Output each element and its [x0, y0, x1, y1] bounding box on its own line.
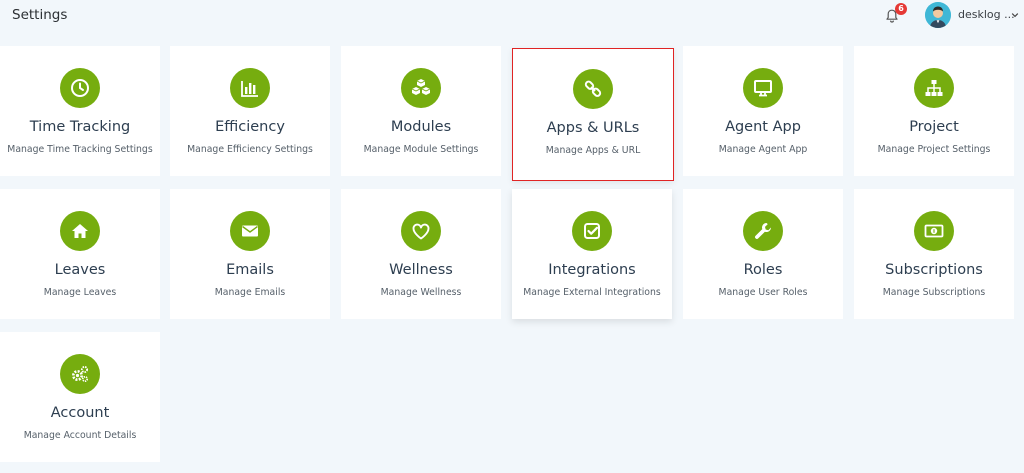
- card-icon-circle: [60, 211, 100, 251]
- card-title: Time Tracking: [29, 119, 131, 135]
- cogs-icon: [72, 365, 89, 383]
- card-subtitle: Manage Agent App: [718, 144, 808, 155]
- card-title: Emails: [226, 262, 274, 278]
- page-title: Settings: [12, 7, 68, 23]
- card-wellness[interactable]: Wellness Manage Wellness: [341, 189, 501, 319]
- card-time-tracking[interactable]: Time Tracking Manage Time Tracking Setti…: [0, 46, 160, 176]
- card-icon-circle: [230, 68, 270, 108]
- bar-chart-icon: [241, 81, 258, 97]
- envelope-icon: [242, 225, 258, 237]
- sitemap-icon: [925, 80, 943, 96]
- card-title: Agent App: [725, 119, 801, 135]
- card-subtitle: Manage Module Settings: [363, 144, 479, 155]
- card-efficiency[interactable]: Efficiency Manage Efficiency Settings: [170, 46, 330, 176]
- card-modules[interactable]: Modules Manage Module Settings: [341, 46, 501, 176]
- card-title: Integrations: [548, 262, 636, 278]
- card-title: Project: [909, 119, 959, 135]
- card-roles[interactable]: Roles Manage User Roles: [683, 189, 843, 319]
- card-icon-circle: [572, 211, 612, 251]
- card-title: Subscriptions: [885, 262, 983, 278]
- card-title: Roles: [743, 262, 783, 278]
- user-name[interactable]: desklog ...: [958, 8, 1015, 21]
- chevron-down-icon[interactable]: [1011, 11, 1019, 19]
- card-title: Leaves: [54, 262, 106, 278]
- card-subtitle: Manage User Roles: [718, 287, 808, 298]
- card-subtitle: Manage Account Details: [23, 430, 137, 441]
- money-icon: [924, 224, 944, 238]
- card-subtitle: Manage Wellness: [380, 287, 462, 298]
- card-subtitle: Manage Emails: [214, 287, 286, 298]
- card-subtitle: Manage Project Settings: [877, 144, 991, 155]
- card-agent-app[interactable]: Agent App Manage Agent App: [683, 46, 843, 176]
- monitor-icon: [754, 80, 772, 97]
- link-icon: [584, 80, 602, 97]
- card-integrations[interactable]: Integrations Manage External Integration…: [512, 189, 672, 319]
- card-title: Wellness: [389, 262, 453, 278]
- cubes-icon: [411, 79, 431, 95]
- card-icon-circle: [914, 211, 954, 251]
- heart-icon: [412, 223, 430, 240]
- card-icon-circle: [230, 211, 270, 251]
- card-icon-circle: [60, 354, 100, 394]
- card-project[interactable]: Project Manage Project Settings: [854, 46, 1014, 176]
- card-icon-circle: [401, 211, 441, 251]
- check-square-icon: [584, 223, 600, 239]
- card-icon-circle: [743, 68, 783, 108]
- card-leaves[interactable]: Leaves Manage Leaves: [0, 189, 160, 319]
- card-title: Account: [50, 405, 110, 421]
- card-subscriptions[interactable]: Subscriptions Manage Subscriptions: [854, 189, 1014, 319]
- card-subtitle: Manage External Integrations: [523, 287, 661, 298]
- home-icon: [72, 224, 88, 238]
- clock-icon: [71, 79, 89, 97]
- card-icon-circle: [573, 69, 613, 109]
- wrench-icon: [755, 223, 771, 239]
- card-title: Apps & URLs: [546, 120, 640, 136]
- card-subtitle: Manage Time Tracking Settings: [7, 144, 153, 155]
- card-emails[interactable]: Emails Manage Emails: [170, 189, 330, 319]
- card-title: Efficiency: [215, 119, 285, 135]
- card-account[interactable]: Account Manage Account Details: [0, 332, 160, 462]
- card-subtitle: Manage Efficiency Settings: [187, 144, 313, 155]
- card-icon-circle: [743, 211, 783, 251]
- card-apps-urls[interactable]: Apps & URLs Manage Apps & URL: [512, 48, 674, 181]
- card-subtitle: Manage Subscriptions: [882, 287, 986, 298]
- card-icon-circle: [914, 68, 954, 108]
- notification-badge: 6: [895, 3, 907, 15]
- card-subtitle: Manage Apps & URL: [545, 145, 641, 156]
- card-icon-circle: [60, 68, 100, 108]
- top-bar: Settings 6 desklog ...: [0, 0, 1024, 34]
- card-subtitle: Manage Leaves: [43, 287, 117, 298]
- avatar[interactable]: [925, 2, 951, 28]
- card-icon-circle: [401, 68, 441, 108]
- card-title: Modules: [390, 119, 452, 135]
